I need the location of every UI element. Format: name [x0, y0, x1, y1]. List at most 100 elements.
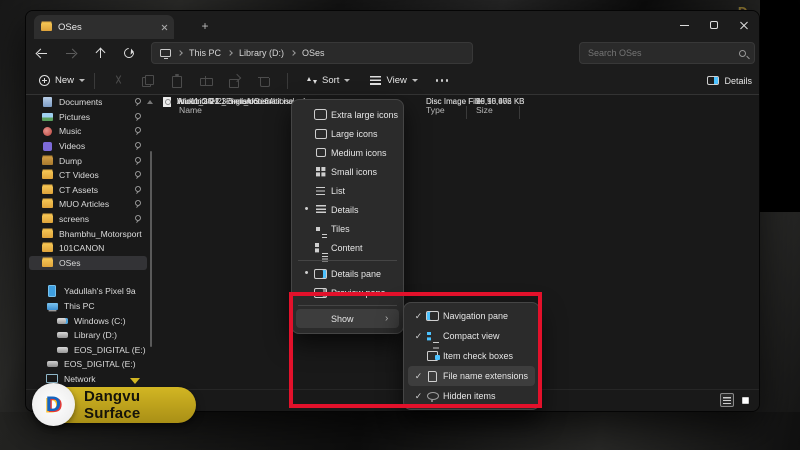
address-bar[interactable]: This PC Library (D:) OSes — [151, 42, 473, 64]
large-thumbnails-view-toggle[interactable] — [738, 393, 752, 407]
sidebar-scrollbar[interactable] — [149, 151, 152, 347]
sidebar-item[interactable]: Windows (C:) — [26, 313, 153, 328]
sidebar-item-label: Videos — [59, 141, 86, 152]
music-icon — [41, 126, 53, 137]
title-bar[interactable]: OSes + — [26, 11, 759, 39]
selected-bullet-icon — [300, 205, 313, 214]
breadcrumb-library-d[interactable]: Library (D:) — [239, 48, 284, 58]
sidebar-item[interactable]: Library (D:) — [26, 328, 153, 343]
sidebar-item[interactable]: screens — [26, 212, 153, 227]
pin-icon — [134, 186, 141, 194]
folder-icon — [41, 170, 53, 181]
view-menu-item[interactable]: Medium icons — [296, 143, 399, 162]
delete-icon[interactable] — [258, 75, 270, 87]
menu-item-label: Extra large icons — [331, 109, 399, 120]
rename-icon[interactable] — [200, 75, 214, 86]
cut-icon[interactable] — [113, 75, 124, 86]
close-button[interactable] — [729, 11, 759, 39]
sidebar-item[interactable]: Yadullah's Pixel 9a — [26, 284, 153, 299]
up-button[interactable] — [87, 42, 113, 64]
tab-close-icon[interactable] — [161, 24, 168, 31]
breadcrumb-this-pc[interactable]: This PC — [189, 48, 221, 58]
view-menu-item[interactable]: List — [296, 181, 399, 200]
details-pane-icon — [707, 76, 720, 85]
sidebar-item[interactable]: MUO Articles — [26, 197, 153, 212]
watermark-label: Dangvu Surface — [84, 388, 141, 422]
back-button[interactable] — [29, 42, 55, 64]
share-icon[interactable] — [229, 75, 240, 88]
maximize-button[interactable] — [699, 11, 729, 39]
tab-title: OSes — [58, 21, 82, 33]
sidebar-item[interactable]: This PC — [26, 299, 153, 314]
sort-label: Sort — [322, 75, 340, 86]
sidebar-item-label: CT Videos — [59, 170, 99, 181]
menu-item-label: Details — [331, 204, 359, 215]
phone-icon — [46, 286, 58, 297]
up-icon — [95, 48, 105, 58]
sidebar-item-label: Network — [64, 373, 96, 384]
sidebar-item-label: OSes — [59, 257, 81, 268]
computer-icon — [160, 49, 171, 59]
sidebar-item[interactable]: Bhambhu_Motorsport — [26, 226, 153, 241]
sidebar-item[interactable]: EOS_DIGITAL (E:) — [26, 357, 153, 372]
details-pane-icon — [313, 269, 328, 279]
tiles-icon — [313, 227, 328, 238]
forward-icon — [66, 48, 76, 58]
refresh-button[interactable] — [116, 42, 142, 64]
search-input[interactable] — [588, 48, 739, 58]
details-pane-toggle[interactable]: Details — [707, 76, 752, 86]
sidebar-item[interactable]: Documents — [26, 95, 153, 110]
watermark-logo-d: D — [45, 392, 62, 416]
sidebar-item[interactable]: EOS_DIGITAL (E:) — [26, 343, 153, 358]
view-menu-item[interactable]: Details pane — [296, 264, 399, 283]
pin-icon — [134, 113, 141, 121]
refresh-icon — [121, 45, 137, 61]
usb-drive-icon — [46, 359, 58, 370]
view-menu-item[interactable]: Content — [296, 238, 399, 262]
sidebar-item[interactable]: Pictures — [26, 110, 153, 125]
view-label: View — [386, 75, 407, 86]
view-menu-item[interactable]: Tiles — [296, 219, 399, 238]
sidebar-item[interactable]: Videos — [26, 139, 153, 154]
details-view-toggle[interactable] — [720, 393, 734, 407]
menu-item-label: Tiles — [331, 223, 350, 234]
view-menu-item[interactable]: Small icons — [296, 162, 399, 181]
sidebar-item-label: 101CANON — [59, 243, 105, 254]
sidebar-item[interactable]: OSes — [26, 255, 153, 271]
menu-separator — [298, 260, 397, 261]
navigation-pane: Documents Pictures Music Videos Dump CT … — [26, 95, 153, 391]
folder-icon — [41, 184, 53, 195]
view-menu-item[interactable]: Extra large icons — [296, 105, 399, 124]
new-button[interactable]: New — [39, 75, 86, 86]
pin-icon — [134, 127, 141, 135]
new-tab-button[interactable]: + — [198, 20, 212, 34]
sidebar-item[interactable]: CT Videos — [26, 168, 153, 183]
file-type: Disc Image File — [426, 97, 482, 106]
view-button[interactable]: View — [370, 75, 418, 86]
chevron-right-icon — [290, 50, 296, 56]
sidebar-item-label: Yadullah's Pixel 9a — [64, 286, 136, 297]
paste-icon[interactable] — [171, 74, 183, 88]
view-menu-item[interactable]: Large icons — [296, 124, 399, 143]
details-toggle-label: Details — [724, 75, 752, 86]
forward-button[interactable] — [58, 42, 84, 64]
minimize-button[interactable] — [669, 11, 699, 39]
sidebar-item[interactable]: Dump — [26, 153, 153, 168]
view-menu-item[interactable]: Details — [296, 200, 399, 219]
explorer-tab-oses[interactable]: OSes — [34, 15, 174, 39]
breadcrumb-oses[interactable]: OSes — [302, 48, 325, 58]
more-options-button[interactable] — [435, 79, 449, 82]
search-box[interactable] — [579, 42, 755, 64]
sidebar-item[interactable]: CT Assets — [26, 183, 153, 198]
sort-button[interactable]: Sort — [307, 75, 351, 86]
videos-icon — [41, 141, 53, 152]
menu-item-label: Content — [331, 242, 363, 253]
sidebar-item[interactable]: 101CANON — [26, 241, 153, 256]
sidebar-item[interactable]: Music — [26, 124, 153, 139]
details-view-icon — [723, 396, 731, 404]
sidebar-item-label: Dump — [59, 155, 82, 166]
maximize-icon — [710, 21, 718, 29]
sidebar-item-label: EOS_DIGITAL (E:) — [74, 344, 146, 355]
copy-icon[interactable] — [142, 75, 155, 87]
file-row[interactable]: Win11_24H2_EnglishInternational_x64.iso … — [153, 95, 759, 108]
